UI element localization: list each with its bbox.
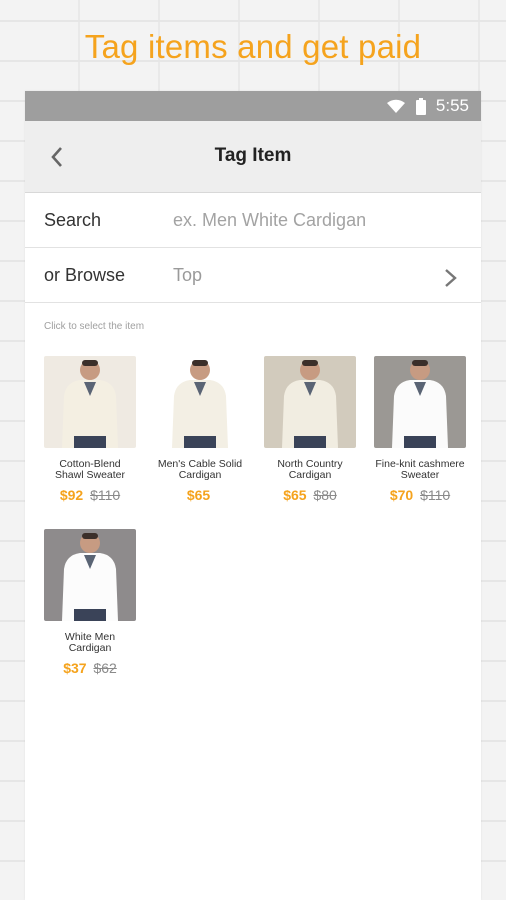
product-image bbox=[264, 356, 356, 448]
browse-row[interactable]: or Browse Top bbox=[25, 248, 481, 303]
product-original-price: $110 bbox=[420, 487, 451, 503]
product-prices: $92 $110 bbox=[44, 487, 136, 503]
product-original-price: $110 bbox=[90, 487, 121, 503]
status-time: 5:55 bbox=[435, 96, 469, 115]
wifi-icon bbox=[386, 98, 406, 114]
battery-icon bbox=[415, 97, 426, 115]
product-price: $92 bbox=[59, 487, 84, 503]
browse-label: or Browse bbox=[44, 264, 126, 285]
app-bar: Tag Item bbox=[25, 121, 481, 193]
product-name: Men's Cable Solid Cardigan bbox=[157, 458, 243, 481]
product-name: Cotton-Blend Shawl Sweater bbox=[54, 458, 126, 481]
product-card[interactable]: Men's Cable Solid Cardigan $65 bbox=[154, 356, 246, 503]
sweater-figure bbox=[172, 360, 228, 448]
sweater-figure bbox=[392, 360, 448, 448]
product-card[interactable]: White Men Cardigan $37 $62 bbox=[44, 529, 136, 676]
page-title: Tag Item bbox=[214, 145, 292, 166]
product-card[interactable]: Fine-knit cashmere Sweater $70 $110 bbox=[374, 356, 466, 503]
product-name: White Men Cardigan bbox=[64, 631, 116, 654]
sweater-figure bbox=[282, 360, 338, 448]
sweater-figure bbox=[62, 360, 118, 448]
product-name: North Country Cardigan bbox=[277, 458, 343, 481]
status-bar: 5:55 bbox=[25, 91, 481, 121]
product-name: Fine-knit cashmere Sweater bbox=[375, 458, 465, 481]
product-original-price: $80 bbox=[313, 487, 337, 503]
product-prices: $37 $62 bbox=[44, 660, 136, 676]
search-label: Search bbox=[44, 209, 102, 230]
sweater-figure bbox=[62, 533, 118, 621]
product-original-price: $62 bbox=[93, 660, 117, 676]
promo-headline: Tag items and get paid bbox=[84, 28, 422, 65]
product-image bbox=[374, 356, 466, 448]
product-image bbox=[44, 529, 136, 621]
search-input[interactable] bbox=[171, 208, 455, 232]
phone-screen: 5:55 Tag Item Search or Browse Top Click… bbox=[25, 91, 481, 900]
select-hint: Click to select the item bbox=[44, 321, 145, 332]
chevron-right-icon[interactable] bbox=[443, 268, 459, 288]
product-grid: Cotton-Blend Shawl Sweater $92 $110 Men'… bbox=[44, 356, 474, 676]
product-image bbox=[44, 356, 136, 448]
product-card[interactable]: North Country Cardigan $65 $80 bbox=[264, 356, 356, 503]
product-prices: $70 $110 bbox=[374, 487, 466, 503]
product-price: $37 bbox=[63, 660, 87, 676]
product-prices: $65 bbox=[154, 487, 246, 503]
product-image bbox=[154, 356, 246, 448]
product-prices: $65 $80 bbox=[264, 487, 356, 503]
product-card[interactable]: Cotton-Blend Shawl Sweater $92 $110 bbox=[44, 356, 136, 503]
browse-category-value: Top bbox=[173, 264, 203, 285]
search-row: Search bbox=[25, 193, 481, 248]
product-price: $65 bbox=[186, 487, 211, 503]
product-price: $65 bbox=[283, 487, 307, 503]
product-price: $70 bbox=[389, 487, 414, 503]
